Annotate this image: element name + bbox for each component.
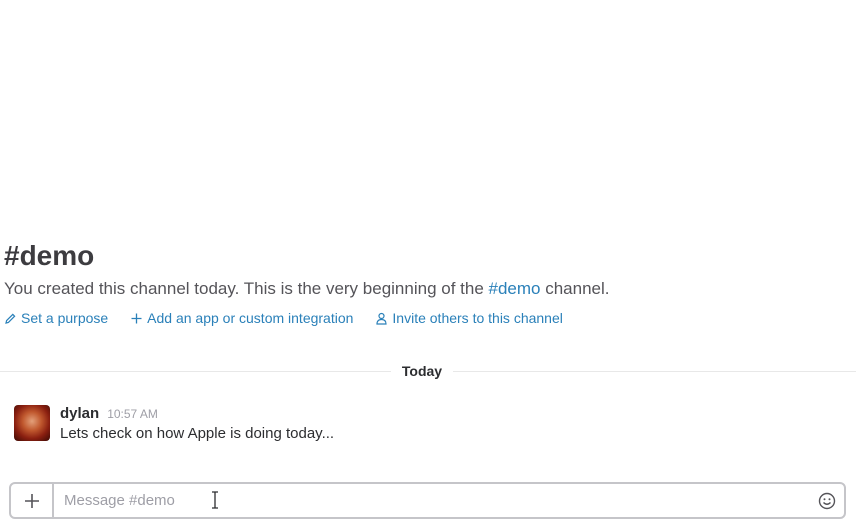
invite-others-link[interactable]: Invite others to this channel: [375, 310, 563, 326]
emoji-button[interactable]: [810, 484, 844, 517]
message-input[interactable]: [54, 484, 810, 517]
channel-description-suffix: channel.: [540, 279, 610, 298]
channel-title: #demo: [4, 240, 95, 271]
message-composer: [9, 482, 846, 519]
message-item: dylan 10:57 AM Lets check on how Apple i…: [14, 405, 334, 442]
channel-description: You created this channel today. This is …: [4, 278, 609, 300]
add-integration-link[interactable]: Add an app or custom integration: [130, 310, 353, 326]
plus-icon: [24, 493, 39, 508]
set-purpose-link[interactable]: Set a purpose: [4, 310, 108, 326]
person-icon: [376, 312, 388, 325]
channel-actions: Set a purpose Add an app or custom integ…: [4, 310, 609, 326]
smiley-icon: [818, 492, 836, 509]
channel-link[interactable]: #demo: [489, 279, 541, 298]
channel-description-text: You created this channel today. This is …: [4, 279, 489, 298]
pencil-icon: [5, 313, 16, 324]
plus-icon: [131, 313, 142, 323]
add-integration-label: Add an app or custom integration: [147, 310, 354, 326]
message-author[interactable]: dylan: [60, 405, 99, 422]
message-header: dylan 10:57 AM: [60, 405, 334, 422]
message-body: dylan 10:57 AM Lets check on how Apple i…: [60, 405, 334, 442]
attach-button[interactable]: [11, 484, 54, 517]
avatar[interactable]: [14, 405, 50, 441]
invite-others-label: Invite others to this channel: [392, 310, 563, 326]
day-divider-label: Today: [391, 362, 453, 380]
channel-intro: #demo You created this channel today. Th…: [4, 236, 609, 326]
text-cursor-icon: [212, 491, 218, 509]
set-purpose-label: Set a purpose: [21, 310, 109, 326]
message-timestamp[interactable]: 10:57 AM: [107, 407, 158, 421]
message-text: Lets check on how Apple is doing today..…: [60, 425, 335, 442]
